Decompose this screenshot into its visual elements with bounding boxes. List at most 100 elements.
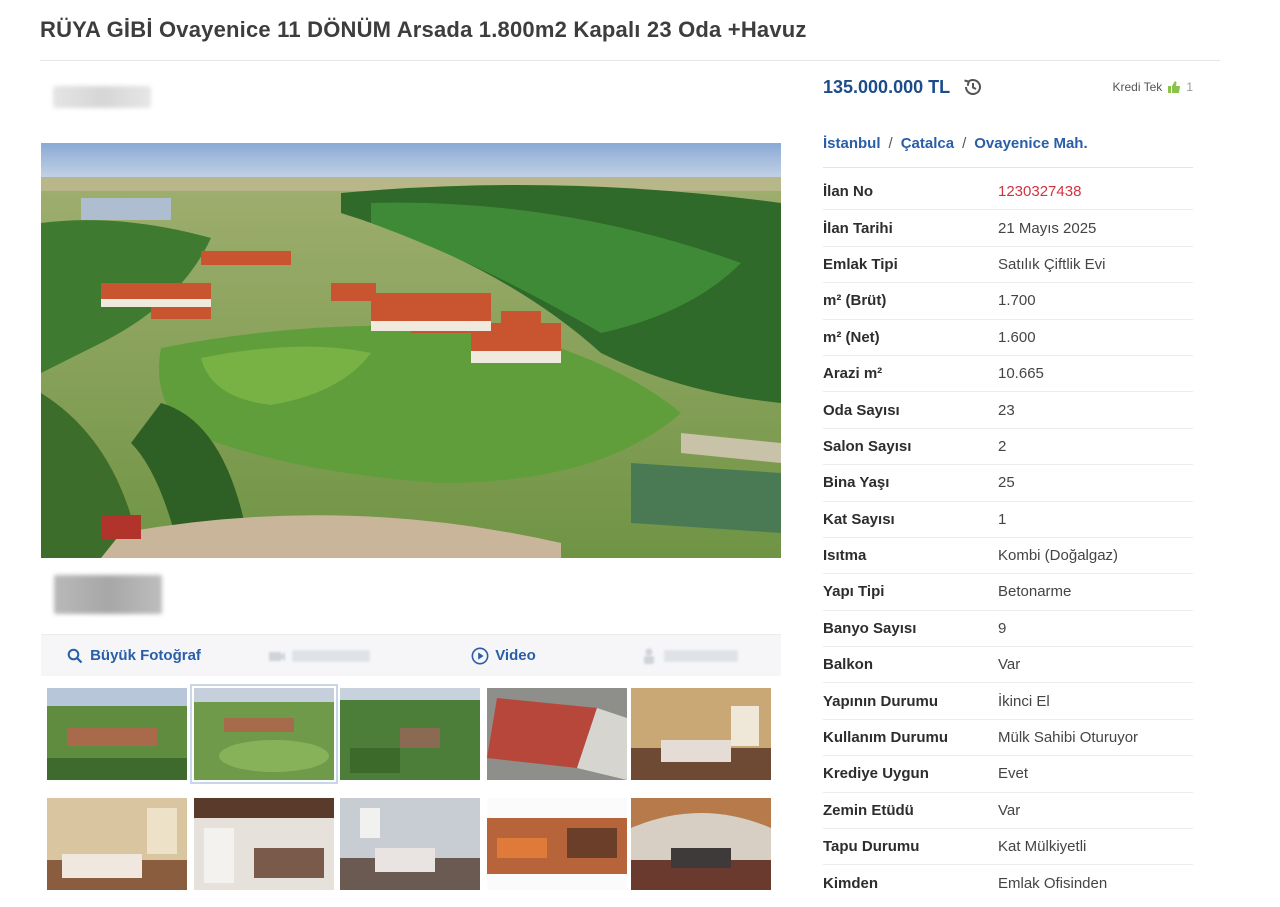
detail-value: Var: [998, 656, 1021, 674]
thumbnail-aerial-3[interactable]: [340, 688, 480, 780]
detail-value: İkinci El: [998, 692, 1050, 710]
thumbnail-aerial-1[interactable]: [47, 688, 187, 780]
detail-label: İlan Tarihi: [823, 219, 893, 237]
detail-label: Krediye Uygun: [823, 765, 929, 783]
video-button[interactable]: Video: [411, 635, 596, 676]
thumbs-up-icon: [1167, 80, 1181, 94]
detail-value: 21 Mayıs 2025: [998, 219, 1097, 237]
main-photo[interactable]: [41, 143, 781, 558]
detail-label: Tapu Durumu: [823, 838, 920, 856]
history-icon[interactable]: [962, 76, 984, 98]
detail-label: Banyo Sayısı: [823, 619, 917, 637]
thumbnail-living-room[interactable]: [631, 798, 771, 890]
detail-row: Salon Sayısı 2: [823, 429, 1193, 466]
detail-label: m² (Brüt): [823, 292, 887, 310]
detail-row: Arazi m² 10.665: [823, 356, 1193, 393]
blurred-toolbar-text: [291, 649, 370, 662]
thumbnail-bedroom-1[interactable]: [631, 688, 771, 780]
disabled-map-button[interactable]: [226, 635, 411, 676]
video-label: Video: [495, 647, 536, 664]
detail-value: Kombi (Doğalgaz): [998, 547, 1119, 565]
tour-icon: [640, 647, 658, 665]
thumbnail-roof[interactable]: [487, 688, 627, 780]
detail-value: Mülk Sahibi Oturuyor: [998, 729, 1139, 747]
thumbnail-bedroom-2[interactable]: [47, 798, 187, 890]
detail-row: Tapu Durumu Kat Mülkiyetli: [823, 829, 1193, 866]
detail-label: Oda Sayısı: [823, 401, 900, 419]
detail-value: Var: [998, 801, 1021, 819]
detail-value: 9: [998, 619, 1007, 637]
breadcrumb-district[interactable]: Çatalca: [901, 135, 954, 152]
detail-label: Yapı Tipi: [823, 583, 885, 601]
detail-label: Emlak Tipi: [823, 255, 898, 273]
detail-label: Balkon: [823, 656, 874, 674]
detail-row: İlan No 1230327438: [823, 174, 1193, 211]
detail-row: Kat Sayısı 1: [823, 502, 1193, 538]
price-value: 135.000.000 TL: [823, 76, 951, 97]
detail-value: 2: [998, 437, 1007, 455]
detail-row: Balkon Var: [823, 647, 1193, 684]
breadcrumb: İstanbul / Çatalca / Ovayenice Mah.: [823, 131, 1193, 155]
title-divider: [40, 60, 1220, 61]
detail-value: 1.600: [998, 328, 1036, 346]
detail-label: Bina Yaşı: [823, 474, 890, 492]
credit-label: Kredi Tek: [1112, 80, 1163, 94]
detail-row: Banyo Sayısı 9: [823, 611, 1193, 648]
disabled-tour-button[interactable]: [596, 635, 781, 676]
detail-label: Isıtma: [823, 547, 867, 565]
detail-value: 23: [998, 401, 1015, 419]
detail-row: Oda Sayısı 23: [823, 392, 1193, 429]
thumbnail-bedroom-4[interactable]: [487, 798, 627, 890]
detail-value: 10.665: [998, 365, 1044, 383]
thumbnail-kitchen[interactable]: [194, 798, 334, 890]
blurred-label: [53, 86, 151, 108]
detail-row: m² (Net) 1.600: [823, 320, 1193, 356]
large-photo-label: Büyük Fotoğraf: [90, 647, 201, 664]
price-row: 135.000.000 TL Kredi Tek 1: [823, 72, 1193, 102]
thumbnail-aerial-2[interactable]: [190, 684, 338, 784]
detail-row: Yapının Durumu İkinci El: [823, 683, 1193, 720]
breadcrumb-city[interactable]: İstanbul: [823, 135, 881, 152]
detail-row: Kullanım Durumu Mülk Sahibi Oturuyor: [823, 720, 1193, 757]
credit-info[interactable]: Kredi Tek 1: [1113, 80, 1194, 94]
detail-label: Kat Sayısı: [823, 510, 895, 528]
breadcrumb-separator: /: [888, 134, 893, 152]
detail-row: Yapı Tipi Betonarme: [823, 574, 1193, 611]
detail-label: Yapının Durumu: [823, 692, 939, 710]
listing-number: 1230327438: [998, 183, 1082, 201]
detail-label: m² (Net): [823, 328, 880, 346]
detail-row: İlan Tarihi 21 Mayıs 2025: [823, 210, 1193, 247]
breadcrumb-separator: /: [962, 134, 967, 152]
detail-row: Krediye Uygun Evet: [823, 756, 1193, 793]
camera-icon: [268, 647, 286, 665]
detail-label: Kimden: [823, 875, 879, 893]
detail-value: Evet: [998, 765, 1029, 783]
detail-row: Bina Yaşı 25: [823, 465, 1193, 502]
breadcrumb-neighborhood[interactable]: Ovayenice Mah.: [974, 135, 1087, 152]
thumbnail-bedroom-3[interactable]: [340, 798, 480, 890]
detail-label: Salon Sayısı: [823, 437, 912, 455]
detail-row: Kimden Emlak Ofisinden: [823, 865, 1193, 901]
detail-value: Betonarme: [998, 583, 1072, 601]
blurred-thumbnail-label: [54, 575, 162, 614]
breadcrumb-divider: [823, 167, 1193, 168]
large-photo-button[interactable]: Büyük Fotoğraf: [41, 635, 226, 676]
detail-label: İlan No: [823, 183, 874, 201]
detail-row: Zemin Etüdü Var: [823, 793, 1193, 830]
detail-label: Kullanım Durumu: [823, 729, 949, 747]
detail-row: m² (Brüt) 1.700: [823, 283, 1193, 320]
blurred-toolbar-text: [663, 649, 738, 662]
detail-value: 25: [998, 474, 1015, 492]
detail-value: 1: [998, 510, 1007, 528]
detail-value: Kat Mülkiyetli: [998, 838, 1087, 856]
listing-title: RÜYA GİBİ Ovayenice 11 DÖNÜM Arsada 1.80…: [40, 17, 807, 42]
detail-row: Emlak Tipi Satılık Çiftlik Evi: [823, 247, 1193, 284]
photo-toolbar: Büyük Fotoğraf Video: [41, 634, 781, 676]
detail-value: 1.700: [998, 292, 1036, 310]
detail-row: Isıtma Kombi (Doğalgaz): [823, 538, 1193, 575]
play-circle-icon: [471, 647, 489, 665]
thumbnail-grid: [47, 684, 773, 893]
detail-label: Zemin Etüdü: [823, 801, 914, 819]
detail-label: Arazi m²: [823, 365, 883, 383]
details-table: İlan No 1230327438 İlan Tarihi 21 Mayıs 20…: [823, 174, 1193, 902]
